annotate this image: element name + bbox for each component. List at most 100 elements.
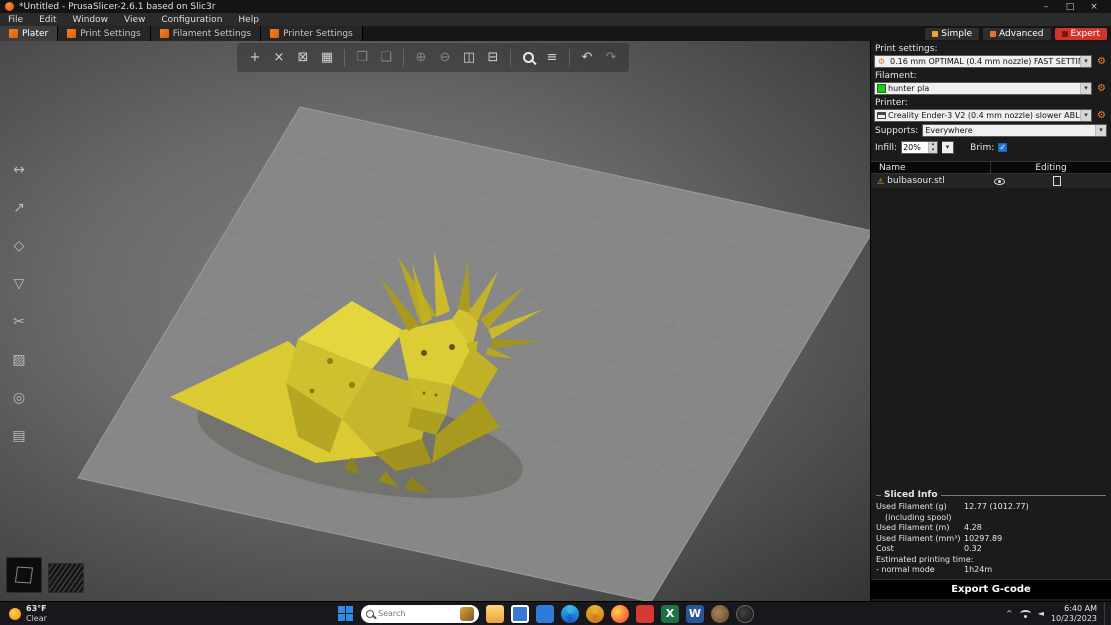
- taskbar-clock[interactable]: 6:40 AM 10/23/2023: [1051, 604, 1097, 623]
- prusaslicer-logo-icon: [5, 2, 14, 11]
- infill-spinner[interactable]: ▴ ▾: [928, 142, 938, 154]
- mode-advanced-button[interactable]: Advanced: [983, 27, 1051, 40]
- split-objects-icon[interactable]: ◫: [459, 48, 479, 68]
- add-instance-icon[interactable]: ⊕: [411, 48, 431, 68]
- infill-spinbox[interactable]: ▴ ▾: [901, 141, 939, 154]
- paste-icon[interactable]: ❏: [376, 48, 396, 68]
- measure-tool-icon[interactable]: ▤: [8, 425, 30, 447]
- cut-tool-icon[interactable]: ✂: [8, 311, 30, 333]
- tab-plater[interactable]: Plater: [0, 26, 59, 41]
- viewport-3d[interactable]: + × ⊠ ▦ ❐ ❏ ⊕ ⊖ ◫ ⊟ ≡ ↶ ↷ ↔ ↗ ◇ ▽ ✂ ▨ ◎ …: [0, 41, 870, 601]
- opera-icon[interactable]: [636, 604, 654, 623]
- chevron-down-icon: ▾: [1080, 83, 1091, 94]
- arrange-icon[interactable]: ▦: [317, 48, 337, 68]
- tab-printer-settings[interactable]: Printer Settings: [261, 26, 363, 41]
- clock-time: 6:40 AM: [1064, 603, 1097, 613]
- brim-checkbox[interactable]: ✓: [998, 143, 1008, 152]
- object-row-bulbasour[interactable]: ⚠ bulbasour.stl: [871, 174, 1111, 188]
- mode-expert-button[interactable]: Expert: [1054, 27, 1107, 40]
- menu-edit[interactable]: Edit: [31, 15, 64, 25]
- split-parts-icon[interactable]: ⊟: [483, 48, 503, 68]
- print-settings-gear-button[interactable]: ⚙: [1095, 55, 1108, 68]
- start-button[interactable]: [338, 605, 354, 622]
- sliced-info: Sliced Info Used Filament (g) 12.77 (1012…: [871, 490, 1111, 576]
- mail-icon[interactable]: [511, 604, 529, 623]
- object-name: bulbasour.stl: [887, 176, 945, 186]
- menu-file[interactable]: File: [0, 15, 31, 25]
- supports-combo[interactable]: Everywhere ▾: [922, 124, 1107, 137]
- firefox-icon[interactable]: [611, 604, 629, 623]
- network-icon[interactable]: [1019, 610, 1031, 618]
- excel-icon[interactable]: X: [661, 604, 679, 623]
- maximize-button[interactable]: □: [1058, 2, 1082, 12]
- chrome-icon[interactable]: [586, 604, 604, 623]
- seam-tool-icon[interactable]: ◎: [8, 387, 30, 409]
- export-gcode-button[interactable]: Export G-code: [871, 579, 1111, 599]
- divider: [940, 494, 1106, 496]
- close-button[interactable]: ×: [1082, 2, 1106, 12]
- weather-widget[interactable]: 63°F Clear: [0, 602, 56, 625]
- prusa-tab-icon: [159, 29, 169, 38]
- scale-tool-icon[interactable]: ↗: [8, 197, 30, 219]
- plater-toolbar: + × ⊠ ▦ ❐ ❏ ⊕ ⊖ ◫ ⊟ ≡ ↶ ↷: [237, 43, 629, 72]
- edge-icon[interactable]: [561, 604, 579, 623]
- search-input[interactable]: [378, 609, 456, 618]
- minimize-button[interactable]: –: [1034, 2, 1058, 12]
- object-editing-icon[interactable]: [1053, 176, 1061, 186]
- toolbar-separator: [403, 48, 404, 67]
- show-desktop-button[interactable]: [1104, 602, 1108, 625]
- redo-icon[interactable]: ↷: [601, 48, 621, 68]
- word-icon[interactable]: W: [686, 604, 704, 623]
- sliced-info-title: Sliced Info: [884, 490, 938, 500]
- place-on-face-tool-icon[interactable]: ▽: [8, 273, 30, 295]
- tab-print-settings[interactable]: Print Settings: [58, 26, 151, 41]
- menu-view[interactable]: View: [116, 15, 153, 25]
- add-object-icon[interactable]: +: [245, 48, 265, 68]
- search-icon: [366, 609, 374, 618]
- right-panel: Print settings: ⚙ 0.16 mm OPTIMAL (0.4 m…: [870, 41, 1111, 601]
- store-icon[interactable]: [536, 604, 554, 623]
- view-cube-icon[interactable]: [6, 557, 42, 593]
- sliced-row-filament-m: Used Filament (m) 4.28: [876, 523, 982, 532]
- mode-simple-button[interactable]: Simple: [925, 27, 980, 40]
- search-icon[interactable]: [518, 48, 538, 68]
- file-explorer-icon[interactable]: [486, 604, 504, 623]
- filament-combo[interactable]: hunter pla ▾: [874, 82, 1092, 95]
- layers-preview-icon[interactable]: [48, 563, 84, 593]
- printer-combo[interactable]: Creality Ender-3 V2 (0.4 mm nozzle) slow…: [874, 109, 1092, 122]
- delete-all-icon[interactable]: ⊠: [293, 48, 313, 68]
- infill-dropdown-button[interactable]: ▾: [942, 141, 955, 154]
- hidden-icons-chevron-icon[interactable]: ^: [1006, 609, 1013, 618]
- paint-supports-tool-icon[interactable]: ▨: [8, 349, 30, 371]
- toolbar-separator: [510, 48, 511, 67]
- menu-help[interactable]: Help: [230, 15, 267, 25]
- settings-icon[interactable]: [711, 604, 729, 623]
- sliced-row-including-spool: (including spool): [885, 512, 952, 522]
- menu-window[interactable]: Window: [65, 15, 117, 25]
- viewport-3d-scene[interactable]: [0, 41, 870, 601]
- tab-filament-settings[interactable]: Filament Settings: [150, 26, 262, 41]
- move-tool-icon[interactable]: ↔: [8, 159, 30, 181]
- prusa-tab-icon: [67, 29, 77, 38]
- printer-gear-button[interactable]: ⚙: [1095, 109, 1108, 122]
- spin-down-icon[interactable]: ▾: [929, 147, 937, 154]
- copy-icon[interactable]: ❐: [352, 48, 372, 68]
- sliced-row-filament-g: Used Filament (g) 12.77 (1012.77): [876, 502, 1029, 511]
- volume-icon[interactable]: ◄: [1038, 609, 1044, 618]
- toolbar-separator: [569, 48, 570, 67]
- infill-input[interactable]: [902, 142, 929, 153]
- windows-taskbar: 63°F Clear X W ^ ◄ 6:40 AM 10/23/2023: [0, 601, 1111, 625]
- delete-object-icon[interactable]: ×: [269, 48, 289, 68]
- variable-layer-height-icon[interactable]: ≡: [542, 48, 562, 68]
- search-highlight-icon[interactable]: [460, 606, 474, 621]
- rotate-tool-icon[interactable]: ◇: [8, 235, 30, 257]
- remove-instance-icon[interactable]: ⊖: [435, 48, 455, 68]
- visibility-eye-icon[interactable]: [994, 177, 1005, 185]
- taskbar-search[interactable]: [361, 604, 479, 623]
- sun-icon: [9, 607, 21, 620]
- print-settings-combo[interactable]: ⚙ 0.16 mm OPTIMAL (0.4 mm nozzle) FAST S…: [874, 55, 1092, 68]
- undo-icon[interactable]: ↶: [577, 48, 597, 68]
- filament-gear-button[interactable]: ⚙: [1095, 82, 1108, 95]
- media-player-icon[interactable]: [736, 604, 754, 623]
- menu-configuration[interactable]: Configuration: [153, 15, 230, 25]
